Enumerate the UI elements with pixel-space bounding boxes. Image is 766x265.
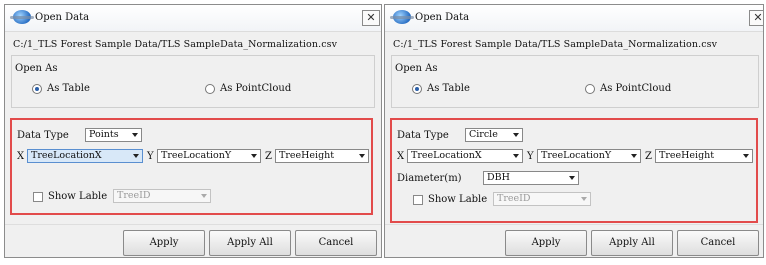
- globe-app-icon: [390, 10, 414, 24]
- chevron-down-icon: [251, 154, 257, 158]
- dialog-title: Open Data: [35, 12, 90, 23]
- chevron-down-icon: [631, 154, 637, 158]
- chevron-down-icon: [359, 154, 365, 158]
- apply-all-button[interactable]: Apply All: [209, 230, 291, 256]
- close-icon: ✕: [366, 11, 376, 24]
- close-button[interactable]: ✕: [362, 10, 380, 26]
- chevron-down-icon: [513, 154, 519, 158]
- as-table-radio[interactable]: [32, 84, 42, 94]
- y-label: Y: [527, 151, 534, 162]
- label-field-select[interactable]: TreeID: [113, 189, 211, 203]
- chevron-down-icon: [133, 154, 139, 158]
- apply-button[interactable]: Apply: [505, 230, 587, 256]
- z-field-value: TreeHeight: [279, 150, 335, 161]
- title-bar[interactable]: Open Data ✕: [5, 5, 381, 32]
- chevron-down-icon: [581, 197, 587, 201]
- chevron-down-icon: [513, 133, 519, 137]
- chevron-down-icon: [743, 154, 749, 158]
- y-field-value: TreeLocationY: [161, 150, 232, 161]
- open-data-dialog-points: Open Data ✕ C:/1_TLS Forest Sample Data/…: [4, 4, 382, 258]
- button-separator: [385, 224, 763, 225]
- label-field-value: TreeID: [117, 190, 151, 201]
- label-field-select[interactable]: TreeID: [493, 192, 591, 206]
- y-field-value: TreeLocationY: [541, 150, 612, 161]
- file-path: C:/1_TLS Forest Sample Data/TLS SampleDa…: [393, 39, 718, 50]
- z-field-value: TreeHeight: [659, 150, 715, 161]
- y-label: Y: [147, 151, 154, 162]
- data-type-value: Points: [89, 129, 119, 140]
- data-type-select[interactable]: Circle: [465, 128, 523, 142]
- z-label: Z: [265, 151, 272, 162]
- as-table-radio[interactable]: [412, 84, 422, 94]
- z-label: Z: [645, 151, 652, 162]
- as-table-label[interactable]: As Table: [47, 83, 90, 94]
- show-label-text[interactable]: Show Lable: [428, 194, 487, 205]
- show-label-checkbox[interactable]: [413, 195, 423, 205]
- button-separator: [5, 224, 381, 225]
- show-label-text[interactable]: Show Lable: [48, 191, 107, 202]
- dialog-title: Open Data: [415, 12, 470, 23]
- x-field-select[interactable]: TreeLocationX: [27, 149, 143, 163]
- cancel-button[interactable]: Cancel: [677, 230, 759, 256]
- open-as-group: [391, 55, 759, 108]
- title-bar[interactable]: Open Data ✕: [385, 5, 763, 32]
- as-table-label[interactable]: As Table: [427, 83, 470, 94]
- diameter-label: Diameter(m): [397, 173, 462, 184]
- label-field-value: TreeID: [497, 193, 531, 204]
- z-field-select[interactable]: TreeHeight: [655, 149, 753, 163]
- chevron-down-icon: [569, 176, 575, 180]
- open-as-label: Open As: [15, 63, 58, 74]
- as-pointcloud-label[interactable]: As PointCloud: [600, 83, 671, 94]
- open-data-dialog-circle: Open Data ✕ C:/1_TLS Forest Sample Data/…: [384, 4, 764, 258]
- data-type-label: Data Type: [397, 130, 449, 141]
- as-pointcloud-radio[interactable]: [585, 84, 595, 94]
- file-path: C:/1_TLS Forest Sample Data/TLS SampleDa…: [13, 39, 338, 50]
- x-field-select[interactable]: TreeLocationX: [407, 149, 523, 163]
- apply-all-button[interactable]: Apply All: [591, 230, 673, 256]
- data-type-value: Circle: [469, 129, 498, 140]
- chevron-down-icon: [201, 194, 207, 198]
- cancel-button[interactable]: Cancel: [295, 230, 377, 256]
- apply-button[interactable]: Apply: [123, 230, 205, 256]
- globe-app-icon: [10, 10, 34, 24]
- x-field-value: TreeLocationX: [411, 150, 482, 161]
- close-button[interactable]: ✕: [749, 10, 763, 26]
- z-field-select[interactable]: TreeHeight: [275, 149, 369, 163]
- close-icon: ✕: [753, 11, 763, 24]
- y-field-select[interactable]: TreeLocationY: [157, 149, 261, 163]
- open-as-group: [11, 55, 375, 108]
- x-label: X: [17, 151, 25, 162]
- as-pointcloud-label[interactable]: As PointCloud: [220, 83, 291, 94]
- y-field-select[interactable]: TreeLocationY: [537, 149, 641, 163]
- data-type-select[interactable]: Points: [85, 128, 142, 142]
- open-as-label: Open As: [395, 63, 438, 74]
- x-field-value: TreeLocationX: [31, 150, 102, 161]
- diameter-field-select[interactable]: DBH: [483, 171, 579, 185]
- as-pointcloud-radio[interactable]: [205, 84, 215, 94]
- x-label: X: [397, 151, 405, 162]
- data-type-label: Data Type: [17, 130, 69, 141]
- diameter-field-value: DBH: [487, 172, 510, 183]
- chevron-down-icon: [132, 133, 138, 137]
- show-label-checkbox[interactable]: [33, 192, 43, 202]
